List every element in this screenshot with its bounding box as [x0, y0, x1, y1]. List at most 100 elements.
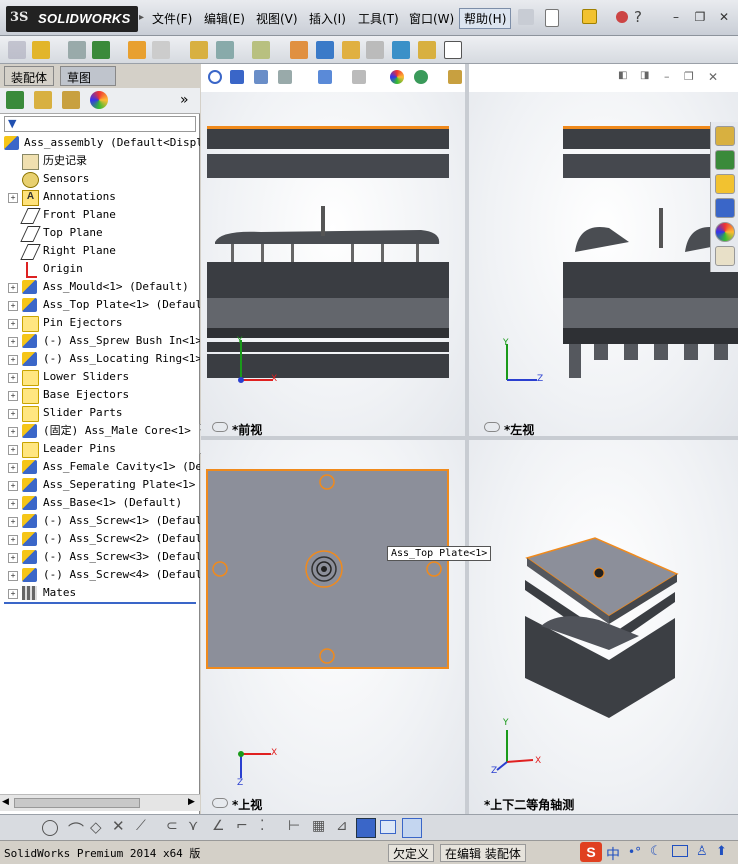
grid-icon[interactable]: ▦ — [312, 818, 325, 834]
tree-item[interactable]: + (固定) Ass_Male Core<1> (D — [0, 422, 200, 440]
viewport-left[interactable]: Y Z — [469, 92, 738, 436]
tree-item[interactable]: + Pin Ejectors — [0, 314, 200, 332]
viewport-splitter-horizontal[interactable] — [201, 436, 738, 440]
tree-item[interactable]: 历史记录 — [0, 152, 200, 170]
mate-icon[interactable] — [68, 41, 86, 59]
tree-item[interactable]: + (-) Ass_Screw<2> (Default) — [0, 530, 200, 548]
ime-punctuation-icon[interactable]: •° — [628, 845, 641, 859]
circle-sketch-icon[interactable] — [42, 820, 58, 836]
tree-expand-icon[interactable]: + — [8, 445, 18, 455]
minimize-icon[interactable]: – — [668, 10, 684, 24]
tree-item[interactable]: Sensors — [0, 170, 200, 188]
assembly-insert-icon[interactable] — [8, 41, 26, 59]
tree-expand-icon[interactable]: + — [8, 517, 18, 527]
single-view-icon[interactable] — [380, 820, 396, 834]
viewport-front[interactable]: Y X — [201, 92, 465, 436]
show-hidden-icon[interactable] — [190, 41, 208, 59]
tree-expand-icon[interactable]: + — [8, 589, 18, 599]
view-orientation-icon[interactable] — [318, 70, 332, 84]
appearances-icon[interactable] — [715, 222, 735, 242]
ime-language-indicator[interactable]: 中 — [606, 844, 620, 864]
tree-expand-icon[interactable]: + — [8, 553, 18, 563]
property-manager-tab-icon[interactable] — [34, 91, 52, 109]
interference-detection-icon[interactable] — [392, 41, 410, 59]
configuration-manager-tab-icon[interactable] — [62, 91, 80, 109]
viewport-minimize-icon[interactable]: – — [664, 70, 670, 83]
ime-moon-icon[interactable]: ☾ — [650, 844, 662, 859]
viewport-next-icon[interactable]: ◨ — [640, 70, 649, 81]
trim-icon[interactable]: ✕ — [112, 817, 125, 835]
tab-sketch[interactable]: 草图 — [60, 66, 116, 86]
filter-funnel-icon[interactable]: ▼ — [8, 117, 16, 130]
clearance-verification-icon[interactable] — [418, 41, 436, 59]
dimension-icon[interactable]: ⊢ — [288, 818, 300, 834]
menu-file[interactable]: 文件(F) — [152, 10, 192, 27]
design-library-icon[interactable] — [715, 150, 735, 170]
bill-of-materials-icon[interactable] — [316, 41, 334, 59]
zoom-to-area-icon[interactable] — [230, 70, 244, 84]
tree-item[interactable]: Right Plane — [0, 242, 200, 260]
tree-item[interactable]: Top Plane — [0, 224, 200, 242]
tree-expand-icon[interactable]: + — [8, 373, 18, 383]
tree-expand-icon[interactable]: + — [8, 463, 18, 473]
tree-item[interactable]: + Ass_Base<1> (Default) — [0, 494, 200, 512]
tree-expand-icon[interactable]: + — [8, 535, 18, 545]
tree-expand-icon[interactable]: + — [8, 499, 18, 509]
tree-filter[interactable]: ▼ — [4, 116, 196, 132]
tree-item[interactable]: + (-) Ass_Screw<3> (Default) — [0, 548, 200, 566]
tree-item[interactable]: + Leader Pins — [0, 440, 200, 458]
viewport-restore-icon[interactable]: ❐ — [684, 70, 694, 83]
exploded-view-icon[interactable] — [342, 41, 360, 59]
options-icon[interactable] — [616, 11, 628, 23]
logo-dropdown-arrow-icon[interactable]: ▸ — [139, 12, 144, 23]
point-icon[interactable]: ⁚ — [260, 818, 264, 834]
arc-sketch-icon[interactable]: ⌒ — [68, 817, 84, 841]
toolbar-grip[interactable] — [6, 818, 24, 836]
close-icon[interactable]: ✕ — [716, 10, 732, 24]
assembly-features-icon[interactable] — [216, 41, 234, 59]
new-motion-study-icon[interactable] — [290, 41, 308, 59]
tree-item[interactable]: + Mates — [0, 584, 200, 602]
tree-expand-icon[interactable]: + — [8, 283, 18, 293]
tree-expand-icon[interactable]: + — [8, 571, 18, 581]
tree-expand-icon[interactable]: + — [8, 319, 18, 329]
tree-item[interactable]: + Ass_Top Plate<1> (Default) — [0, 296, 200, 314]
linear-pattern-icon[interactable] — [92, 41, 110, 59]
line-sketch-icon[interactable]: ⟋ — [136, 818, 146, 834]
corner-icon[interactable]: ⌐ — [236, 818, 248, 834]
tree-expand-icon[interactable]: + — [8, 301, 18, 311]
viewport-prev-icon[interactable]: ◧ — [618, 70, 627, 81]
instant3d-icon[interactable] — [444, 41, 462, 59]
tree-item[interactable]: + Slider Parts — [0, 404, 200, 422]
tree-item[interactable]: Ass_assembly (Default<Display — [0, 134, 200, 152]
viewport-isometric[interactable]: Y X Z — [469, 440, 738, 814]
pin-icon[interactable] — [518, 9, 534, 25]
ime-keyboard-icon[interactable] — [672, 845, 688, 857]
new-document-icon[interactable] — [545, 9, 559, 27]
menu-edit[interactable]: 编辑(E) — [204, 10, 245, 27]
previous-view-icon[interactable] — [254, 70, 268, 84]
tree-item[interactable]: + (-) Ass_Locating Ring<1> ( — [0, 350, 200, 368]
link-views-icon[interactable] — [212, 422, 228, 432]
tree-item[interactable]: + Base Ejectors — [0, 386, 200, 404]
explode-line-sketch-icon[interactable] — [366, 41, 384, 59]
tree-expand-icon[interactable]: + — [8, 481, 18, 491]
tree-item[interactable]: + (-) Ass_Screw<1> (Default) — [0, 512, 200, 530]
move-component-icon[interactable] — [152, 41, 170, 59]
apply-scene-icon[interactable] — [414, 70, 428, 84]
solidworks-logo[interactable]: 3S SOLIDWORKS — [6, 6, 138, 32]
ime-user-icon[interactable]: ♙ — [696, 844, 708, 859]
polygon-sketch-icon[interactable]: ◇ — [90, 818, 102, 836]
menu-help[interactable]: 帮助(H) — [459, 8, 512, 29]
feature-manager-tab-icon[interactable] — [6, 91, 24, 109]
tree-expand-icon[interactable]: + — [8, 337, 18, 347]
open-folder-icon[interactable] — [582, 9, 597, 24]
tree-expand-icon[interactable]: + — [8, 193, 18, 203]
tree-item[interactable]: + Ass_Female Cavity<1> (Defa — [0, 458, 200, 476]
menu-tools[interactable]: 工具(T) — [358, 10, 399, 27]
insert-components-icon[interactable] — [32, 41, 50, 59]
reference-geometry-icon[interactable] — [252, 41, 270, 59]
mirror-icon[interactable]: ⋎ — [188, 818, 198, 834]
tree-item[interactable]: + A Annotations — [0, 188, 200, 206]
solidworks-resources-icon[interactable] — [715, 126, 735, 146]
